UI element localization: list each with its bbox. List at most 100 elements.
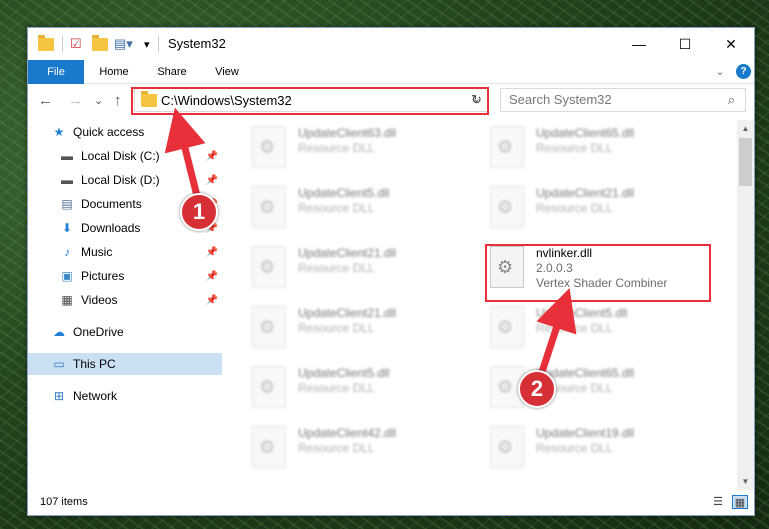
file-name: UpdateClient19.dll bbox=[536, 426, 635, 440]
file-list: UpdateClient63.dllResource DLLUpdateClie… bbox=[232, 120, 732, 490]
window-title: System32 bbox=[168, 36, 226, 51]
vertical-scrollbar[interactable]: ▲ ▼ bbox=[737, 120, 754, 490]
sidebar-item-this-pc[interactable]: ▭ This PC bbox=[28, 353, 222, 375]
file-item[interactable]: UpdateClient21.dllResource DLL bbox=[252, 244, 472, 292]
sidebar-item-local-disk-d[interactable]: ▬ Local Disk (D:) 📌 bbox=[28, 169, 222, 191]
pin-icon[interactable]: 📌 bbox=[206, 247, 218, 258]
file-item[interactable]: UpdateClient63.dllResource DLL bbox=[252, 124, 472, 172]
sidebar-item-label: Local Disk (D:) bbox=[81, 173, 160, 187]
file-detail: Resource DLL bbox=[298, 381, 375, 395]
pin-icon[interactable]: 📌 bbox=[206, 151, 218, 162]
sidebar-item-label: Documents bbox=[81, 197, 142, 211]
sidebar-item-network[interactable]: ⊞ Network bbox=[28, 385, 222, 407]
item-count: 107 items bbox=[40, 496, 88, 508]
ribbon-collapse-icon[interactable]: ⌄ bbox=[712, 60, 728, 84]
file-item[interactable]: UpdateClient5.dllResource DLL bbox=[252, 364, 472, 412]
file-detail: Resource DLL bbox=[536, 441, 613, 455]
tab-share[interactable]: Share bbox=[148, 60, 196, 84]
file-detail: Resource DLL bbox=[298, 201, 375, 215]
file-item[interactable]: UpdateClient42.dllResource DLL bbox=[252, 424, 472, 472]
minimize-button[interactable]: — bbox=[616, 28, 662, 60]
file-detail: Resource DLL bbox=[298, 141, 375, 155]
sidebar-item-label: Quick access bbox=[73, 125, 145, 139]
file-detail: Resource DLL bbox=[536, 141, 613, 155]
file-name: UpdateClient5.dll bbox=[536, 306, 628, 320]
file-highlight bbox=[485, 244, 711, 302]
divider bbox=[158, 36, 159, 52]
file-name: UpdateClient5.dll bbox=[298, 366, 390, 380]
scroll-down-icon[interactable]: ▼ bbox=[737, 473, 754, 490]
search-input[interactable]: Search System32 ⌕ bbox=[500, 88, 746, 112]
sidebar-item-label: Downloads bbox=[81, 221, 141, 235]
sidebar-item-onedrive[interactable]: ☁ OneDrive bbox=[28, 321, 222, 343]
help-icon[interactable]: ? bbox=[736, 64, 751, 79]
maximize-button[interactable]: ☐ bbox=[662, 28, 708, 60]
sidebar-item-label: Videos bbox=[81, 293, 118, 307]
star-icon: ★ bbox=[53, 125, 65, 139]
file-item[interactable]: UpdateClient65.dllResource DLL bbox=[490, 124, 710, 172]
new-folder-icon[interactable] bbox=[92, 34, 108, 52]
recent-locations-button[interactable]: ⌄ bbox=[94, 94, 103, 107]
back-button[interactable]: ← bbox=[38, 92, 53, 109]
file-name: UpdateClient21.dll bbox=[298, 306, 397, 320]
quick-access-dropdown-icon[interactable]: ▾ bbox=[144, 36, 150, 52]
file-item[interactable]: UpdateClient5.dllResource DLL bbox=[490, 304, 710, 352]
sidebar-item-videos[interactable]: ▦ Videos 📌 bbox=[28, 289, 222, 311]
file-item[interactable]: UpdateClient5.dllResource DLL bbox=[252, 184, 472, 232]
forward-button[interactable]: → bbox=[68, 92, 83, 109]
file-item[interactable]: UpdateClient19.dllResource DLL bbox=[490, 424, 710, 472]
file-name: UpdateClient21.dll bbox=[536, 186, 635, 200]
status-bar: 107 items ☰ ▦ bbox=[28, 490, 754, 516]
window-folder-icon bbox=[38, 34, 54, 52]
file-item[interactable]: UpdateClient21.dllResource DLL bbox=[252, 304, 472, 352]
drive-icon: ▬ bbox=[61, 149, 73, 163]
navigation-pane: ★ Quick access ▬ Local Disk (C:) 📌 ▬ Local Dis… bbox=[28, 120, 222, 490]
callout-badge-1: 1 bbox=[180, 193, 218, 231]
tab-view[interactable]: View bbox=[204, 60, 250, 84]
large-icons-view-icon[interactable]: ▦ bbox=[732, 495, 748, 509]
document-icon: ▤ bbox=[61, 197, 73, 211]
picture-icon: ▣ bbox=[61, 269, 73, 283]
computer-icon: ▭ bbox=[53, 357, 65, 371]
dll-file-icon bbox=[490, 426, 524, 468]
scroll-up-icon[interactable]: ▲ bbox=[737, 120, 754, 137]
search-icon[interactable]: ⌕ bbox=[728, 92, 735, 108]
divider bbox=[62, 36, 63, 52]
dll-file-icon bbox=[252, 246, 286, 288]
pin-icon[interactable]: 📌 bbox=[206, 295, 218, 306]
sidebar-item-quick-access[interactable]: ★ Quick access bbox=[28, 121, 222, 143]
customize-quick-access-icon[interactable]: ▤▾ bbox=[114, 36, 133, 52]
sidebar-item-pictures[interactable]: ▣ Pictures 📌 bbox=[28, 265, 222, 287]
file-name: UpdateClient42.dll bbox=[298, 426, 397, 440]
address-bar-highlight bbox=[131, 87, 489, 115]
sidebar-item-label: Local Disk (C:) bbox=[81, 149, 160, 163]
sidebar-item-label: Music bbox=[81, 245, 113, 259]
sidebar-item-label: This PC bbox=[73, 357, 116, 371]
video-icon: ▦ bbox=[61, 293, 73, 307]
cloud-icon: ☁ bbox=[53, 325, 65, 339]
music-icon: ♪ bbox=[64, 245, 70, 259]
scrollbar-thumb[interactable] bbox=[739, 138, 752, 186]
sidebar-item-label: Network bbox=[73, 389, 118, 403]
network-icon: ⊞ bbox=[53, 389, 65, 403]
file-item[interactable]: UpdateClient21.dllResource DLL bbox=[490, 184, 710, 232]
up-button[interactable]: ↑ bbox=[114, 92, 122, 109]
pin-icon[interactable]: 📌 bbox=[206, 271, 218, 282]
sidebar-item-music[interactable]: ♪ Music 📌 bbox=[28, 241, 222, 263]
sidebar-item-local-disk-c[interactable]: ▬ Local Disk (C:) 📌 bbox=[28, 145, 222, 167]
file-detail: Resource DLL bbox=[298, 261, 375, 275]
ribbon-tabs: File Home Share View ⌄ ? bbox=[28, 60, 754, 84]
file-name: UpdateClient65.dll bbox=[536, 126, 635, 140]
dll-file-icon bbox=[490, 306, 524, 348]
file-name: UpdateClient63.dll bbox=[298, 126, 397, 140]
tab-file[interactable]: File bbox=[28, 60, 84, 84]
properties-icon[interactable]: ☑ bbox=[70, 36, 82, 52]
dll-file-icon bbox=[490, 126, 524, 168]
tab-home[interactable]: Home bbox=[90, 60, 138, 84]
callout-badge-2: 2 bbox=[518, 370, 556, 408]
pin-icon[interactable]: 📌 bbox=[206, 175, 218, 186]
file-name: UpdateClient21.dll bbox=[298, 246, 397, 260]
close-button[interactable]: ✕ bbox=[708, 28, 754, 60]
details-view-icon[interactable]: ☰ bbox=[710, 495, 726, 509]
dll-file-icon bbox=[252, 186, 286, 228]
